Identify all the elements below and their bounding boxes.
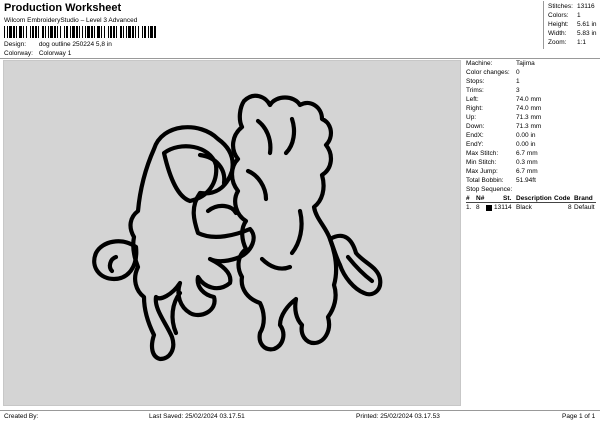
color-changes-row: Color changes: 0 [466, 69, 520, 76]
color-swatch [486, 205, 492, 211]
stops-row: Stops: 1 [466, 78, 520, 85]
machine-value: Tajima [516, 60, 535, 67]
printed-date: Printed: 25/02/2024 03.17.53 [356, 413, 440, 420]
colorway-row: Colorway: Colorway 1 [4, 50, 71, 57]
col-description: Description [516, 195, 552, 202]
total-bobbin-row: Total Bobbin: 51.94ft [466, 177, 536, 184]
stitches-stat: Stitches: 13116 [548, 3, 595, 10]
max-stitch-row: Max Stitch: 6.7 mm [466, 150, 538, 157]
trims-row: Trims: 3 [466, 87, 520, 94]
max-stitch-label: Max Stitch: [466, 150, 499, 157]
endx-row: EndX: 0.00 in [466, 132, 536, 139]
up-value: 71.3 mm [516, 114, 542, 121]
total-bobbin-value: 51.94ft [516, 177, 536, 184]
height-stat: Height: 5.61 in [548, 21, 597, 28]
zoom-stat: Zoom: 1:1 [548, 39, 586, 46]
row-description: Black [516, 204, 532, 211]
left-value: 74.0 mm [516, 96, 542, 103]
left-label: Left: [466, 96, 479, 103]
colorway-label: Colorway: [4, 50, 33, 57]
min-stitch-value: 0.3 mm [516, 159, 538, 166]
width-value: 5.83 in [577, 30, 597, 37]
col-needle: N# [476, 195, 485, 202]
row-code: 8 [568, 204, 572, 211]
software-subtitle: Wilcom EmbroideryStudio – Level 3 Advanc… [4, 17, 138, 24]
col-stitches: St. [503, 195, 512, 202]
machine-label: Machine: [466, 60, 493, 67]
width-label: Width: [548, 30, 567, 37]
col-brand: Brand [574, 195, 593, 202]
design-label: Design: [4, 41, 27, 48]
up-row: Up: 71.3 mm [466, 114, 541, 121]
height-label: Height: [548, 21, 569, 28]
max-stitch-value: 6.7 mm [516, 150, 538, 157]
zoom-value: 1:1 [577, 39, 587, 46]
barcode [4, 26, 156, 38]
colorway-value: Colorway 1 [38, 50, 72, 57]
right-row: Right: 74.0 mm [466, 105, 541, 112]
design-preview [3, 60, 461, 406]
height-value: 5.61 in [577, 21, 597, 28]
up-label: Up: [466, 114, 477, 121]
stitches-label: Stitches: [548, 3, 573, 10]
page-title: Production Worksheet [4, 2, 122, 14]
down-value: 71.3 mm [516, 123, 542, 130]
max-jump-value: 6.7 mm [516, 168, 538, 175]
endx-label: EndX: [466, 132, 484, 139]
barcode-suffix: , [154, 27, 157, 36]
trims-label: Trims: [466, 87, 484, 94]
stop-sequence-divider [466, 202, 596, 203]
stitches-value: 13116 [577, 3, 595, 10]
endy-label: EndY: [466, 141, 484, 148]
design-stats: Stitches: 13116 Colors: 1 Height: 5.61 in W… [543, 1, 599, 49]
stops-label: Stops: [466, 78, 485, 85]
col-num: # [466, 195, 470, 202]
colors-value: 1 [577, 12, 581, 19]
design-value: dog outline 250224 5,8 in [38, 41, 112, 48]
endx-value: 0.00 in [516, 132, 536, 139]
col-code: Code [554, 195, 571, 202]
endy-row: EndY: 0.00 in [466, 141, 536, 148]
stop-sequence-title: Stop Sequence: [466, 186, 513, 193]
footer-divider [0, 410, 600, 411]
endy-value: 0.00 in [516, 141, 536, 148]
min-stitch-label: Min Stitch: [466, 159, 497, 166]
row-brand: Default [574, 204, 595, 211]
trims-value: 3 [516, 87, 520, 94]
color-changes-value: 0 [516, 69, 520, 76]
header-divider [0, 58, 600, 59]
design-row: Design: dog outline 250224 5,8 in [4, 41, 112, 48]
dog-embroidery-artwork [92, 93, 383, 362]
created-by: Created By: [4, 413, 39, 420]
row-num: 1. [466, 204, 472, 211]
total-bobbin-label: Total Bobbin: [466, 177, 504, 184]
max-jump-label: Max Jump: [466, 168, 498, 175]
row-needle: 8 [476, 204, 480, 211]
down-row: Down: 71.3 mm [466, 123, 541, 130]
right-value: 74.0 mm [516, 105, 542, 112]
last-saved: Last Saved: 25/02/2024 03.17.51 [149, 413, 245, 420]
stops-value: 1 [516, 78, 520, 85]
zoom-label: Zoom: [548, 39, 567, 46]
right-label: Right: [466, 105, 483, 112]
max-jump-row: Max Jump: 6.7 mm [466, 168, 538, 175]
colors-stat: Colors: 1 [548, 12, 581, 19]
left-row: Left: 74.0 mm [466, 96, 541, 103]
colors-label: Colors: [548, 12, 569, 19]
page-number: Page 1 of 1 [562, 413, 596, 420]
machine-row: Machine: Tajima [466, 60, 535, 67]
min-stitch-row: Min Stitch: 0.3 mm [466, 159, 538, 166]
down-label: Down: [466, 123, 485, 130]
color-changes-label: Color changes: [466, 69, 510, 76]
width-stat: Width: 5.83 in [548, 30, 597, 37]
row-stitches: 13114 [494, 204, 512, 211]
